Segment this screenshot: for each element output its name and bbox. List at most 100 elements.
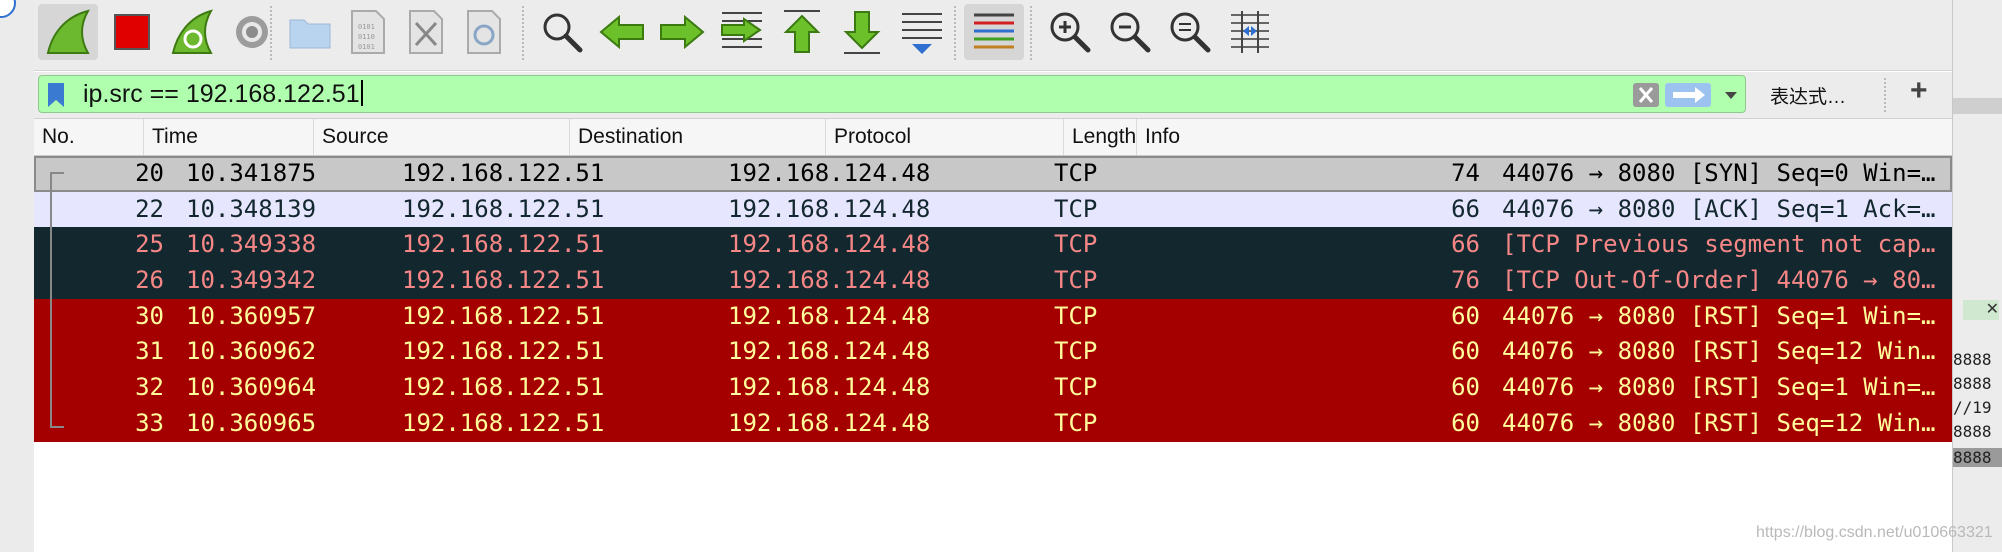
packet-destination-cell: 192.168.124.48 <box>728 159 931 187</box>
packet-length-cell: 60 <box>1451 373 1480 402</box>
toolbar-separator <box>1884 78 1886 112</box>
packet-info-cell: 44076 → 8080 [SYN] Seq=0 Win=… <box>1502 159 1936 187</box>
packet-destination-cell: 192.168.124.48 <box>728 408 931 437</box>
edge-text: 8888 <box>1953 422 1992 441</box>
packet-source-cell: 192.168.122.51 <box>402 266 605 295</box>
background-window-edge <box>0 0 35 552</box>
column-header-source[interactable]: Source <box>314 119 570 155</box>
go-forward-button[interactable] <box>652 4 712 60</box>
restart-capture-button[interactable] <box>162 4 222 60</box>
packet-info-cell: 44076 → 8080 [RST] Seq=12 Win… <box>1502 337 1936 366</box>
packet-length-cell: 66 <box>1451 194 1480 223</box>
packet-info-cell: 44076 → 8080 [RST] Seq=1 Win=… <box>1502 301 1936 330</box>
packet-time-cell: 10.349342 <box>186 266 317 295</box>
close-file-icon <box>409 10 443 54</box>
packet-info-cell: [TCP Out-Of-Order] 44076 → 80… <box>1502 266 1936 295</box>
folder-icon <box>289 19 331 49</box>
clear-filter-button[interactable] <box>1633 83 1659 107</box>
packet-row[interactable]: 32 10.360964 192.168.122.51 192.168.124.48 T… <box>34 370 1952 406</box>
column-header-time[interactable]: Time <box>144 119 314 155</box>
packet-length-cell: 60 <box>1451 301 1480 330</box>
packet-info-cell: 44076 → 8080 [ACK] Seq=1 Ack=… <box>1502 194 1936 223</box>
auto-scroll-icon <box>902 13 942 54</box>
go-to-packet-button[interactable] <box>712 4 772 60</box>
display-filter-input[interactable]: ip.src == 192.168.122.51 <box>38 75 1746 113</box>
stop-square-icon <box>114 14 150 50</box>
packet-protocol-cell: TCP <box>1054 408 1098 437</box>
packet-time-cell: 10.349338 <box>186 230 317 259</box>
resize-columns-button[interactable] <box>1220 4 1280 60</box>
packet-destination-cell: 192.168.124.48 <box>728 194 931 223</box>
bookmark-icon[interactable] <box>47 82 65 108</box>
watermark: https://blog.csdn.net/u010663321 <box>1756 524 1993 541</box>
packet-protocol-cell: TCP <box>1054 301 1098 330</box>
expression-button[interactable]: 表达式… <box>1770 82 1846 109</box>
packet-protocol-cell: TCP <box>1054 337 1098 366</box>
close-icon <box>1638 87 1654 103</box>
packet-list-header: No. Time Source Destination Protocol Len… <box>34 119 1952 156</box>
column-header-info[interactable]: Info <box>1137 119 1952 155</box>
edge-text: 8888 <box>1953 350 1992 369</box>
packet-source-cell: 192.168.122.51 <box>402 337 605 366</box>
packet-source-cell: 192.168.122.51 <box>402 194 605 223</box>
packet-row[interactable]: 30 10.360957 192.168.122.51 192.168.124.48 T… <box>34 298 1952 335</box>
reload-file-icon <box>467 10 501 54</box>
apply-filter-button[interactable] <box>1665 83 1711 107</box>
packet-protocol-cell: TCP <box>1054 266 1098 295</box>
toolbar-separator <box>270 6 272 60</box>
packet-destination-cell: 192.168.124.48 <box>728 337 931 366</box>
svg-text:0110: 0110 <box>358 33 375 41</box>
packet-row[interactable]: 20 10.341875 192.168.122.51 192.168.124.48 T… <box>34 156 1952 192</box>
stop-capture-button[interactable] <box>102 4 162 60</box>
packet-row[interactable]: 31 10.360962 192.168.122.51 192.168.124.48 T… <box>34 334 1952 371</box>
zoom-out-icon <box>1110 12 1151 53</box>
edge-bar <box>1953 98 2002 114</box>
auto-scroll-button[interactable] <box>892 4 952 60</box>
save-file-button[interactable]: 0101 0110 0101 <box>338 4 398 60</box>
svg-text:0101: 0101 <box>358 43 375 51</box>
packet-row[interactable]: 25 10.349338 192.168.122.51 192.168.124.48 T… <box>34 227 1952 264</box>
packet-source-cell: 192.168.122.51 <box>402 408 605 437</box>
close-icon: ✕ <box>1963 300 1999 320</box>
info-circle-icon <box>0 0 16 18</box>
packet-source-cell: 192.168.122.51 <box>402 230 605 259</box>
go-first-button[interactable] <box>772 4 832 60</box>
packet-destination-cell: 192.168.124.48 <box>728 373 931 402</box>
packet-row[interactable]: 22 10.348139 192.168.122.51 192.168.124.48 T… <box>34 191 1952 228</box>
close-file-button[interactable] <box>396 4 456 60</box>
zoom-in-icon <box>1050 12 1091 53</box>
zoom-out-button[interactable] <box>1100 4 1160 60</box>
toolbar-separator <box>1030 6 1032 60</box>
go-last-button[interactable] <box>832 4 892 60</box>
packet-info-cell: 44076 → 8080 [RST] Seq=1 Win=… <box>1502 373 1936 402</box>
packet-row[interactable]: 26 10.349342 192.168.122.51 192.168.124.48 T… <box>34 263 1952 299</box>
packet-protocol-cell: TCP <box>1054 159 1098 187</box>
go-back-button[interactable] <box>592 4 652 60</box>
capture-options-button[interactable] <box>222 4 282 60</box>
display-filter-bar: ip.src == 192.168.122.51 表达式… + <box>34 72 1952 119</box>
zoom-normal-button[interactable] <box>1160 4 1220 60</box>
packet-source-cell: 192.168.122.51 <box>402 159 605 187</box>
column-header-no[interactable]: No. <box>34 119 144 155</box>
packet-time-cell: 10.360957 <box>186 301 317 330</box>
add-filter-button[interactable]: + <box>1910 74 1928 108</box>
gear-icon <box>236 16 268 48</box>
shark-fin-icon <box>46 9 91 54</box>
zoom-in-button[interactable] <box>1040 4 1100 60</box>
filter-history-dropdown[interactable] <box>1719 83 1743 107</box>
column-header-length[interactable]: Length <box>1064 119 1137 155</box>
packet-source-cell: 192.168.122.51 <box>402 373 605 402</box>
column-header-protocol[interactable]: Protocol <box>826 119 1064 155</box>
packet-source-cell: 192.168.122.51 <box>402 301 605 330</box>
edge-text: //19 <box>1953 398 1992 417</box>
reload-file-button[interactable] <box>454 4 514 60</box>
packet-row[interactable]: 33 10.360965 192.168.122.51 192.168.124.48 T… <box>34 405 1952 442</box>
start-capture-button[interactable] <box>38 4 98 60</box>
colorize-button[interactable] <box>964 4 1024 60</box>
related-packets-bracket <box>50 172 64 428</box>
open-file-button[interactable] <box>280 4 340 60</box>
packet-time-cell: 10.360964 <box>186 373 317 402</box>
wireshark-window: 0101 0110 0101 ip.src == 192.168.122.51 … <box>34 0 1952 552</box>
column-header-destination[interactable]: Destination <box>570 119 826 155</box>
find-packet-button[interactable] <box>532 4 592 60</box>
